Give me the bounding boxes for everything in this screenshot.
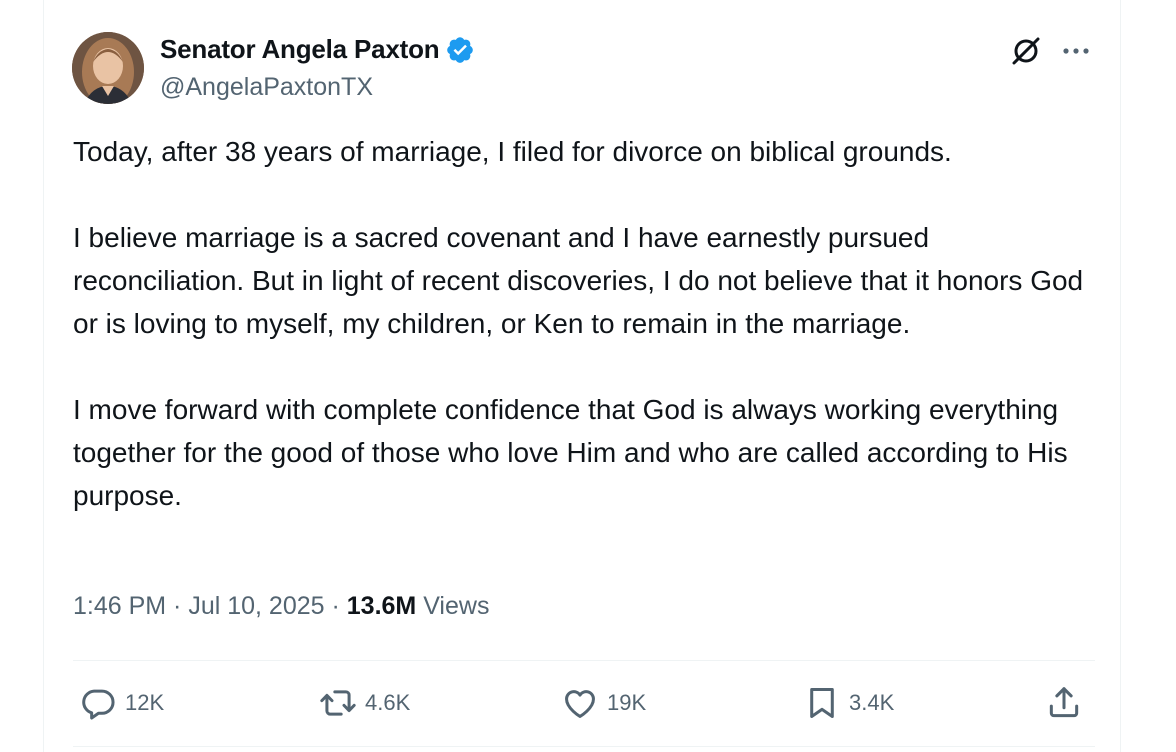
tweet-metadata: 1:46 PM · Jul 10, 2025 · 13.6M Views — [73, 592, 489, 621]
reply-count: 12K — [125, 690, 165, 715]
reply-icon — [82, 689, 115, 720]
views-label: Views — [423, 592, 490, 620]
meta-separator: · — [324, 592, 347, 620]
tweet-text: Today, after 38 years of marriage, I fil… — [73, 130, 1093, 517]
bookmark-icon — [810, 688, 834, 718]
tweet-card: Senator Angela Paxton @AngelaPaxtonTX To… — [43, 0, 1121, 752]
tweet-paragraph: I move forward with complete confidence … — [73, 394, 1068, 511]
like-icon — [565, 690, 595, 718]
avatar-image — [72, 32, 144, 104]
bookmark-button[interactable]: 3.4K — [803, 684, 894, 722]
action-bar: 12K 4.6K 19K 3.4K — [73, 676, 1095, 732]
share-icon — [1049, 687, 1079, 718]
tweet-time[interactable]: 1:46 PM — [73, 592, 166, 620]
meta-separator: · — [166, 592, 189, 620]
divider — [73, 746, 1095, 747]
avatar[interactable] — [72, 32, 144, 104]
bookmark-count: 3.4K — [849, 690, 895, 715]
tweet-paragraph: I believe marriage is a sacred covenant … — [73, 222, 1084, 339]
share-button[interactable] — [1045, 684, 1083, 722]
like-button[interactable]: 19K — [561, 684, 646, 722]
repost-icon — [320, 690, 356, 716]
reply-button[interactable]: 12K — [79, 684, 164, 722]
views-count[interactable]: 13.6M — [347, 592, 416, 620]
grok-icon[interactable] — [1009, 34, 1043, 68]
tweet-paragraph: Today, after 38 years of marriage, I fil… — [73, 136, 952, 167]
like-count: 19K — [607, 690, 647, 715]
more-icon[interactable] — [1060, 36, 1092, 66]
author-name-row: Senator Angela Paxton — [160, 34, 475, 65]
repost-button[interactable]: 4.6K — [319, 684, 410, 722]
tweet-date[interactable]: Jul 10, 2025 — [188, 592, 324, 620]
verified-badge-icon[interactable] — [445, 35, 475, 65]
repost-count: 4.6K — [365, 690, 411, 715]
author-display-name[interactable]: Senator Angela Paxton — [160, 34, 440, 65]
divider — [73, 660, 1095, 661]
author-handle[interactable]: @AngelaPaxtonTX — [160, 73, 373, 102]
